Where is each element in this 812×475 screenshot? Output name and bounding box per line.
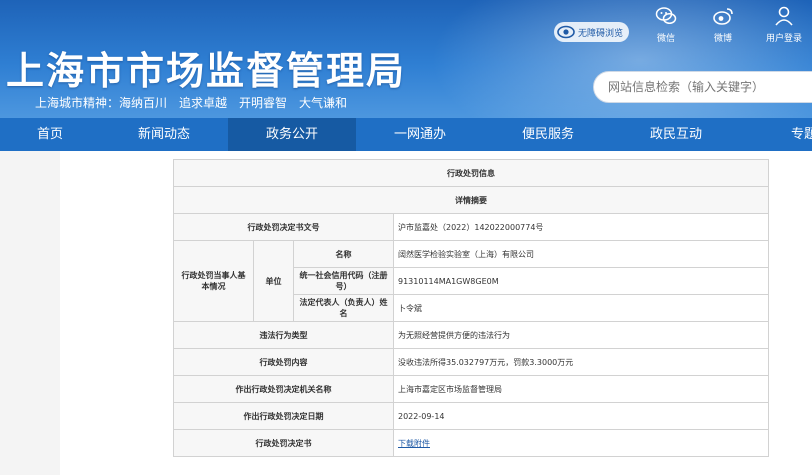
name-label: 名称 (293, 240, 394, 268)
table-row: 行政处罚当事人基本情况 单位 名称 阔然医学检验实验室（上海）有限公司 (173, 240, 769, 322)
decision-doc-label: 行政处罚决定书 (173, 429, 394, 457)
legal-rep-value: 卜令斌 (393, 294, 769, 322)
wechat-button[interactable]: 微信 (646, 6, 686, 44)
violation-type-value: 为无照经营提供方便的违法行为 (393, 321, 769, 349)
table-row: 违法行为类型 为无照经营提供方便的违法行为 (173, 321, 769, 349)
nav-item-topics[interactable]: 专题 (740, 118, 812, 151)
download-attachment-link[interactable]: 下载附件 (398, 439, 430, 448)
site-title: 上海市市场监督管理局 (6, 48, 407, 93)
legal-rep-label: 法定代表人（负责人）姓名 (293, 294, 394, 322)
nav-item-one-stop[interactable]: 一网通办 (356, 118, 484, 151)
decision-date-label: 作出行政处罚决定日期 (173, 402, 394, 430)
user-login-button[interactable]: 用户登录 (764, 6, 804, 44)
eye-icon (557, 25, 575, 39)
main-nav: 首页 新闻动态 政务公开 一网通办 便民服务 政民互动 专题 (0, 118, 812, 151)
table-row: 行政处罚决定书 下载附件 (173, 429, 769, 457)
table-row: 行政处罚决定书文号 沪市监嘉处（2022）142022000774号 (173, 213, 769, 241)
wechat-label: 微信 (656, 34, 675, 44)
nav-item-news[interactable]: 新闻动态 (100, 118, 228, 151)
decision-date-value: 2022-09-14 (393, 402, 769, 430)
nav-item-services[interactable]: 便民服务 (484, 118, 612, 151)
site-header: 上海市市场监督管理局 上海城市精神：海纳百川 追求卓越 开明睿智 大气谦和 无障… (0, 0, 812, 118)
table-row: 行政处罚内容 没收违法所得35.032797万元，罚款3.3000万元 (173, 348, 769, 376)
credit-code-label: 统一社会信用代码（注册号） (293, 267, 394, 295)
credit-code-value: 91310114MA1GW8GE0M (393, 267, 769, 295)
user-center-icon (775, 6, 793, 26)
penalty-content-value: 没收违法所得35.032797万元，罚款3.3000万元 (393, 348, 769, 376)
party-info-label: 行政处罚当事人基本情况 (173, 240, 254, 322)
weibo-icon (713, 8, 733, 25)
weibo-button[interactable]: 微博 (703, 6, 743, 44)
violation-type-label: 违法行为类型 (173, 321, 394, 349)
weibo-label: 微博 (713, 34, 732, 44)
site-search-input[interactable] (593, 71, 812, 103)
unit-label: 单位 (253, 240, 294, 322)
table-title: 行政处罚信息 (173, 159, 769, 187)
penalty-content-label: 行政处罚内容 (173, 348, 394, 376)
user-login-label: 用户登录 (765, 34, 802, 44)
doc-no-label: 行政处罚决定书文号 (173, 213, 394, 241)
authority-value: 上海市嘉定区市场监督管理局 (393, 375, 769, 403)
nav-item-gov-affairs[interactable]: 政务公开 (228, 118, 356, 151)
accessible-browse-button[interactable]: 无障碍浏览 (554, 22, 630, 42)
table-row: 详情摘要 (173, 186, 769, 214)
city-slogan: 上海城市精神：海纳百川 追求卓越 开明睿智 大气谦和 (35, 96, 348, 110)
decision-doc-cell: 下载附件 (393, 429, 769, 457)
penalty-detail-table: 行政处罚信息 详情摘要 行政处罚决定书文号 沪市监嘉处（2022）1420220… (173, 159, 769, 457)
name-value: 阔然医学检验实验室（上海）有限公司 (393, 240, 769, 268)
table-subtitle: 详情摘要 (173, 186, 769, 214)
table-row: 作出行政处罚决定日期 2022-09-14 (173, 402, 769, 430)
doc-no-value: 沪市监嘉处（2022）142022000774号 (393, 213, 769, 241)
nav-item-home[interactable]: 首页 (0, 118, 100, 151)
wechat-icon (655, 7, 677, 25)
nav-item-interaction[interactable]: 政民互动 (612, 118, 740, 151)
table-row: 行政处罚信息 (173, 159, 769, 187)
table-row: 作出行政处罚决定机关名称 上海市嘉定区市场监督管理局 (173, 375, 769, 403)
content-area: 行政处罚信息 详情摘要 行政处罚决定书文号 沪市监嘉处（2022）1420220… (60, 151, 812, 475)
accessible-browse-label: 无障碍浏览 (578, 28, 624, 39)
authority-label: 作出行政处罚决定机关名称 (173, 375, 394, 403)
